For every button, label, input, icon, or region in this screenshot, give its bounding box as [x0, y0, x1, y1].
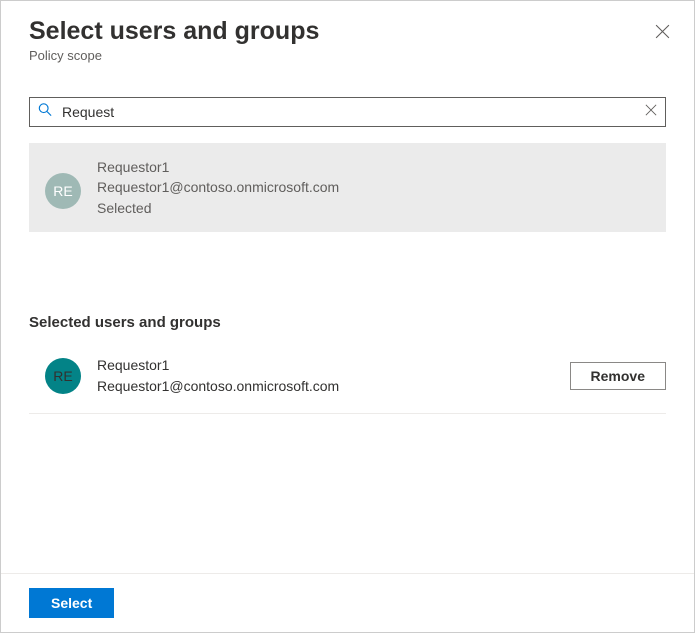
- panel-subtitle: Policy scope: [29, 48, 666, 63]
- selected-text: Requestor1 Requestor1@contoso.onmicrosof…: [97, 355, 554, 397]
- avatar: RE: [45, 358, 81, 394]
- result-status: Selected: [97, 198, 339, 218]
- selected-email: Requestor1@contoso.onmicrosoft.com: [97, 376, 554, 397]
- select-button[interactable]: Select: [29, 588, 114, 618]
- selected-item: RE Requestor1 Requestor1@contoso.onmicro…: [29, 355, 666, 414]
- clear-search-button[interactable]: [645, 103, 657, 121]
- result-email: Requestor1@contoso.onmicrosoft.com: [97, 177, 339, 197]
- panel-footer: Select: [1, 573, 694, 632]
- panel-header: Select users and groups Policy scope: [1, 1, 694, 73]
- select-users-panel: Select users and groups Policy scope RE …: [0, 0, 695, 633]
- result-text: Requestor1 Requestor1@contoso.onmicrosof…: [97, 157, 339, 218]
- search-results: RE Requestor1 Requestor1@contoso.onmicro…: [29, 143, 666, 232]
- panel-content: RE Requestor1 Requestor1@contoso.onmicro…: [1, 73, 694, 573]
- search-input[interactable]: [62, 104, 635, 120]
- selected-name: Requestor1: [97, 355, 554, 376]
- clear-icon: [645, 104, 657, 116]
- panel-title: Select users and groups: [29, 17, 666, 46]
- search-field[interactable]: [29, 97, 666, 127]
- search-result-item[interactable]: RE Requestor1 Requestor1@contoso.onmicro…: [29, 143, 666, 232]
- selected-heading: Selected users and groups: [29, 314, 666, 331]
- close-icon: [655, 24, 670, 39]
- result-name: Requestor1: [97, 157, 339, 177]
- remove-button[interactable]: Remove: [570, 362, 666, 390]
- avatar: RE: [45, 173, 81, 209]
- search-icon: [38, 103, 52, 122]
- close-button[interactable]: [652, 21, 672, 41]
